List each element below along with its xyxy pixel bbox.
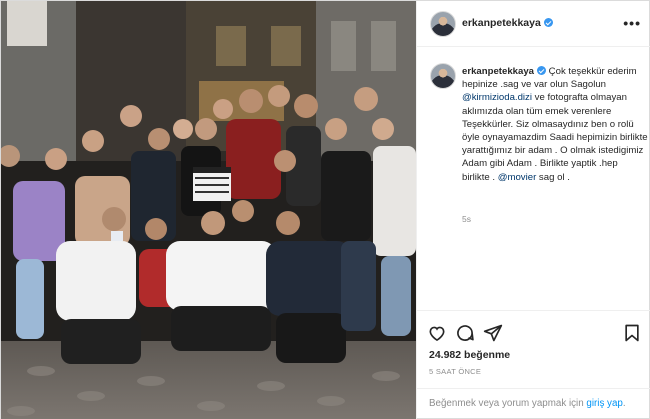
caption-text-part-3: sag ol .: [536, 171, 570, 183]
username-text[interactable]: erkanpetekkaya: [462, 17, 541, 29]
more-horizontal-icon[interactable]: •••: [623, 15, 641, 31]
login-prompt-label: Beğenmek veya yorum yapmak için: [429, 398, 587, 409]
caption-avatar[interactable]: [430, 63, 456, 89]
post-age: 5 SAAT ÖNCE: [429, 367, 482, 376]
mention-link-movier[interactable]: @movier: [498, 172, 537, 183]
comment-icon[interactable]: [455, 323, 475, 343]
header-username[interactable]: erkanpetekkaya: [462, 17, 553, 29]
verified-badge-icon: [543, 18, 553, 27]
login-prompt-end: .: [622, 398, 626, 409]
heart-icon[interactable]: [427, 323, 447, 343]
avatar[interactable]: [430, 11, 456, 37]
verified-badge-icon: [537, 66, 547, 75]
caption-area: erkanpetekkaya Çok teşekkür ederim hepin…: [417, 48, 650, 310]
bookmark-icon[interactable]: [622, 323, 642, 343]
login-link[interactable]: giriş yap: [586, 398, 622, 409]
post-side-panel: erkanpetekkaya ••• erkanpetekkaya Çok te…: [416, 1, 650, 419]
caption-username[interactable]: erkanpetekkaya: [462, 66, 534, 77]
likes-label: beğenme: [464, 349, 511, 361]
post-header: erkanpetekkaya •••: [417, 1, 650, 47]
likes-number: 24.982: [429, 349, 462, 361]
instagram-post-frame: erkanpetekkaya ••• erkanpetekkaya Çok te…: [0, 0, 650, 419]
group-photo-illustration: [1, 1, 416, 419]
post-actions: 24.982 beğenme 5 SAAT ÖNCE: [417, 310, 650, 388]
post-photo[interactable]: [1, 1, 416, 419]
caption-text: erkanpetekkaya Çok teşekkür ederim hepin…: [462, 65, 648, 184]
likes-count[interactable]: 24.982 beğenme: [429, 349, 510, 361]
send-icon[interactable]: [483, 323, 503, 343]
mention-link-kirmizioda[interactable]: @kirmizioda.dizi: [462, 92, 532, 103]
caption-timestamp[interactable]: 5s: [462, 214, 471, 224]
login-prompt-text: Beğenmek veya yorum yapmak için giriş ya…: [429, 398, 626, 409]
air-conditioner: [7, 1, 47, 46]
caption-text-part-2: ve fotografta olmayan aklımızda olan tüm…: [462, 92, 648, 183]
clapperboard: [193, 167, 231, 201]
login-prompt-bar: Beğenmek veya yorum yapmak için giriş ya…: [417, 388, 650, 419]
